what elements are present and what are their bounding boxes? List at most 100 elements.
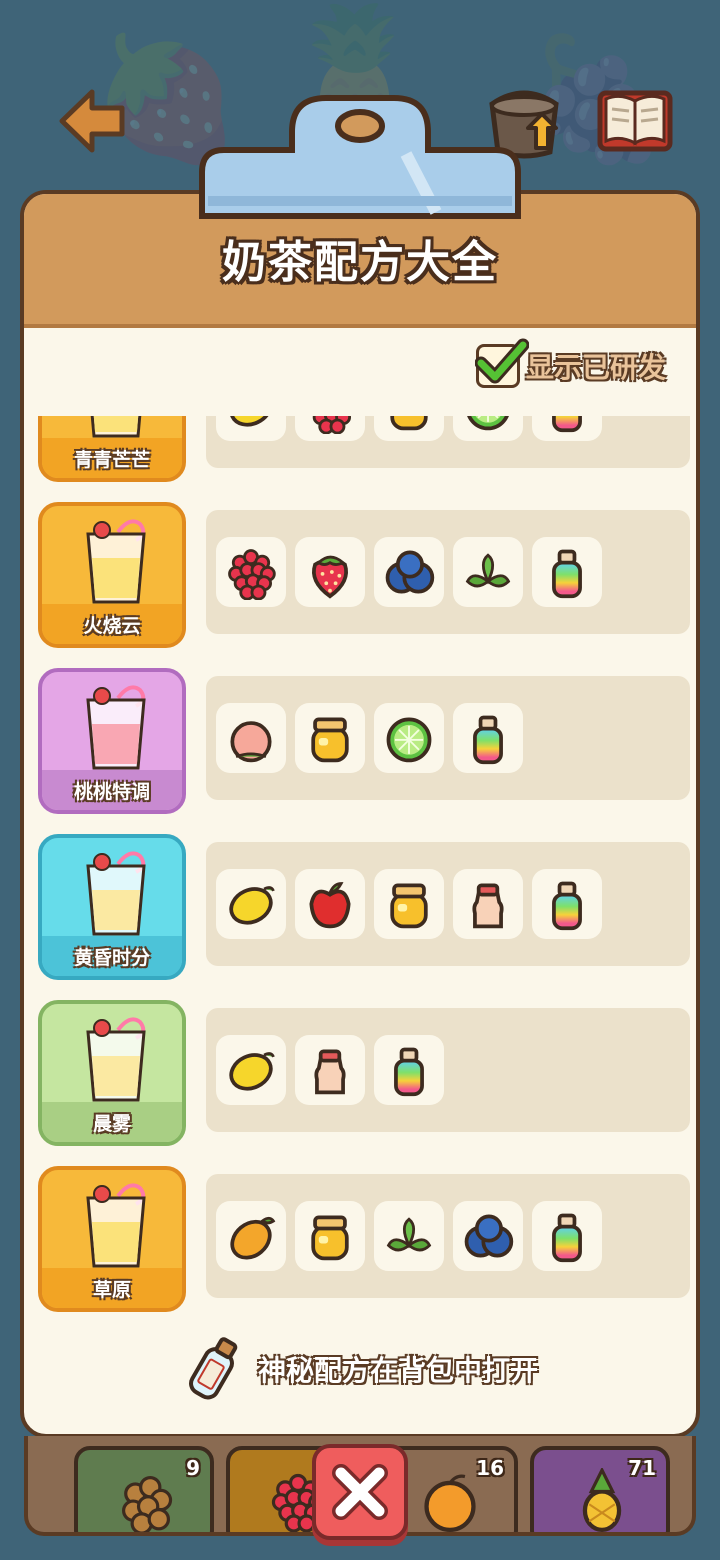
show-researched-toggle[interactable]: 显示已研发: [474, 338, 666, 388]
clipboard-clip: [199, 95, 521, 219]
ingredient-panel: [206, 1008, 690, 1132]
checkbox[interactable]: [474, 338, 529, 388]
ingredient-tile[interactable]: [374, 416, 444, 441]
drink-name: 晨雾: [92, 1112, 131, 1135]
ingredient-tile[interactable]: [374, 1201, 444, 1271]
blueberry-icon: [464, 1214, 514, 1258]
ingredient-tile[interactable]: [295, 537, 365, 607]
drink-card[interactable]: 黄昏时分: [38, 834, 186, 980]
drink-name-bar: 桃桃特调: [42, 770, 182, 810]
recipe-row[interactable]: 青青芒芒: [38, 416, 690, 482]
close-button[interactable]: [312, 1444, 408, 1540]
ingredient-tile[interactable]: [216, 537, 286, 607]
pineapple-icon: [582, 1466, 622, 1532]
recipe-row[interactable]: 火烧云: [38, 502, 690, 648]
ingredient-tile[interactable]: [216, 703, 286, 773]
yakult-icon: [472, 883, 504, 929]
drink-card[interactable]: 火烧云: [38, 502, 186, 648]
ingredient-tile[interactable]: [374, 1035, 444, 1105]
ingredient-panel: [206, 510, 690, 634]
recipe-row[interactable]: 草原: [38, 1166, 690, 1312]
raspberry-icon: [312, 416, 351, 434]
drink-card[interactable]: 草原: [38, 1166, 186, 1312]
recipe-book-icon: [597, 90, 673, 152]
close-icon: [332, 1464, 388, 1520]
ingredient-tile[interactable]: [216, 869, 286, 939]
ingredient-tile[interactable]: [453, 1201, 523, 1271]
ingredient-tile[interactable]: [532, 869, 602, 939]
slot-count: 71: [628, 1456, 656, 1480]
drink-name: 青青芒芒: [73, 448, 150, 471]
footer-note-text: 神秘配方在背包中打开: [257, 1354, 538, 1387]
ingredient-tile[interactable]: [453, 869, 523, 939]
longan-icon: [121, 1476, 173, 1532]
page-title: 奶茶配方大全: [222, 237, 498, 288]
ingredient-tile[interactable]: [295, 1201, 365, 1271]
tray-slot[interactable]: 71: [530, 1446, 670, 1532]
drink-cup-icon: [90, 416, 142, 438]
peach-icon: [230, 721, 272, 763]
drink-name: 草原: [92, 1278, 131, 1301]
raspberry-icon: [228, 549, 276, 600]
drink-name-bar: 火烧云: [42, 604, 182, 644]
rainbow-bottle-icon: [552, 416, 582, 433]
checkmark-icon: [474, 338, 529, 384]
ingredient-tile[interactable]: [374, 703, 444, 773]
drink-name-bar: 晨雾: [42, 1102, 182, 1142]
rainbow-bottle-icon: [473, 715, 503, 765]
drink-name-bar: 草原: [42, 1268, 182, 1308]
ingredient-tile[interactable]: [216, 416, 286, 441]
drink-name: 黄昏时分: [73, 946, 150, 969]
rainbow-bottle-icon: [552, 549, 582, 599]
recipe-list[interactable]: 青青芒芒 火烧云 桃桃特调 黄昏时分 晨雾 草原: [24, 416, 696, 1336]
lime-icon: [386, 717, 432, 763]
recipe-row[interactable]: 桃桃特调: [38, 668, 690, 814]
yakult-icon: [314, 1049, 346, 1095]
recipe-row[interactable]: 黄昏时分: [38, 834, 690, 980]
drink-cup-icon: [86, 1183, 146, 1268]
drink-cup-icon: [86, 1017, 146, 1102]
drink-cup-icon: [86, 685, 146, 770]
blueberry-icon: [385, 550, 435, 594]
drink-cup-icon: [86, 519, 146, 604]
recipe-row[interactable]: 晨雾: [38, 1000, 690, 1146]
ingredient-tile[interactable]: [532, 1201, 602, 1271]
ingredient-tile[interactable]: [295, 703, 365, 773]
strawberry-icon: [312, 555, 348, 599]
ingredient-tile[interactable]: [532, 537, 602, 607]
back-button[interactable]: [56, 86, 130, 156]
mint-icon: [386, 1217, 432, 1252]
rainbow-bottle-icon: [394, 1047, 424, 1097]
ingredient-tile[interactable]: [532, 416, 602, 441]
ingredient-tile[interactable]: [374, 869, 444, 939]
ingredient-tile[interactable]: [295, 416, 365, 441]
drink-name: 桃桃特调: [73, 780, 150, 803]
drink-card[interactable]: 桃桃特调: [38, 668, 186, 814]
ingredient-tile[interactable]: [295, 869, 365, 939]
ingredient-tile[interactable]: [216, 1201, 286, 1271]
slot-count: 9: [186, 1456, 200, 1480]
honey-jar-icon: [390, 883, 428, 929]
recipe-book-button[interactable]: [596, 86, 674, 156]
drink-name-bar: 黄昏时分: [42, 936, 182, 976]
drink-card[interactable]: 青青芒芒: [38, 416, 186, 482]
ingredient-panel: [206, 676, 690, 800]
ingredient-tile[interactable]: [453, 537, 523, 607]
ingredient-tile[interactable]: [374, 537, 444, 607]
ingredient-tile[interactable]: [453, 703, 523, 773]
ingredient-tile[interactable]: [295, 1035, 365, 1105]
tray-slot[interactable]: 9: [74, 1446, 214, 1532]
slot-count: 16: [476, 1456, 504, 1480]
ingredient-tile[interactable]: [453, 416, 523, 441]
ingredient-panel: [206, 842, 690, 966]
recipe-board: 奶茶配方大全 显示已研发 青青芒芒 火烧云 桃桃特调 黄昏时分 晨雾 草原 神秘…: [20, 190, 700, 1438]
honey-jar-icon: [311, 1215, 349, 1261]
orange-icon: [424, 1474, 476, 1532]
lemon-icon: [229, 416, 273, 427]
rainbow-bottle-icon: [552, 1213, 582, 1263]
lime-icon: [467, 416, 509, 431]
ingredient-panel: [206, 1174, 690, 1298]
lemon-icon: [229, 1052, 275, 1091]
ingredient-tile[interactable]: [216, 1035, 286, 1105]
drink-card[interactable]: 晨雾: [38, 1000, 186, 1146]
